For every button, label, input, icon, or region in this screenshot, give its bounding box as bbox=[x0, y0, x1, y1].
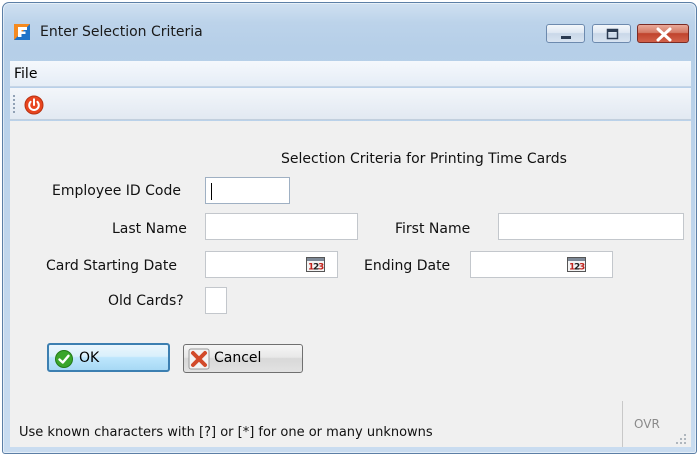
maximize-icon bbox=[606, 28, 619, 40]
title-bar[interactable]: Enter Selection Criteria bbox=[3, 3, 696, 61]
cancel-button-label: Cancel bbox=[214, 350, 262, 366]
toolbar-grip[interactable] bbox=[12, 94, 16, 114]
status-divider bbox=[622, 401, 623, 447]
toolbar bbox=[10, 88, 691, 120]
first-name-label: First Name bbox=[395, 221, 471, 237]
text-caret bbox=[211, 183, 212, 200]
minimize-icon bbox=[561, 36, 571, 39]
menu-file[interactable]: File bbox=[14, 66, 37, 82]
cancel-x-icon bbox=[188, 348, 210, 370]
form-panel: Selection Criteria for Printing Time Car… bbox=[10, 121, 691, 447]
first-name-input[interactable] bbox=[498, 213, 684, 240]
employee-id-label: Employee ID Code bbox=[52, 183, 181, 199]
status-message: Use known characters with [?] or [*] for… bbox=[19, 425, 433, 440]
ending-date-input[interactable]: 1 2 3 bbox=[470, 251, 613, 278]
old-cards-input[interactable] bbox=[205, 287, 227, 314]
close-icon bbox=[656, 27, 672, 42]
minimize-button[interactable] bbox=[546, 24, 585, 43]
close-button[interactable] bbox=[637, 24, 689, 43]
ending-date-label: Ending Date bbox=[364, 258, 451, 274]
check-icon bbox=[55, 350, 73, 368]
menu-bar: File bbox=[10, 61, 691, 87]
employee-id-input[interactable] bbox=[205, 177, 290, 204]
svg-text:3: 3 bbox=[579, 263, 585, 273]
maximize-button[interactable] bbox=[592, 24, 631, 43]
ok-button[interactable]: OK bbox=[47, 343, 170, 372]
cancel-button[interactable]: Cancel bbox=[183, 344, 303, 373]
f-app-icon bbox=[14, 24, 30, 40]
window-title: Enter Selection Criteria bbox=[40, 24, 203, 40]
status-bar: Use known characters with [?] or [*] for… bbox=[10, 391, 691, 447]
calendar-icon[interactable]: 1 2 3 bbox=[306, 257, 325, 272]
resize-grip-icon[interactable] bbox=[675, 433, 687, 445]
form-heading: Selection Criteria for Printing Time Car… bbox=[281, 151, 567, 167]
calendar-icon[interactable]: 1 2 3 bbox=[567, 257, 586, 272]
power-icon[interactable] bbox=[24, 95, 44, 115]
last-name-label: Last Name bbox=[112, 221, 187, 237]
card-start-date-label: Card Starting Date bbox=[46, 258, 177, 274]
last-name-input[interactable] bbox=[205, 213, 358, 240]
overwrite-mode-indicator: OVR bbox=[634, 417, 660, 431]
ok-button-label: OK bbox=[79, 350, 100, 366]
old-cards-label: Old Cards? bbox=[108, 293, 184, 309]
dialog-window: Enter Selection Criteria File Selection … bbox=[2, 2, 697, 454]
svg-text:3: 3 bbox=[318, 263, 324, 273]
card-start-date-input[interactable]: 1 2 3 bbox=[205, 251, 338, 278]
